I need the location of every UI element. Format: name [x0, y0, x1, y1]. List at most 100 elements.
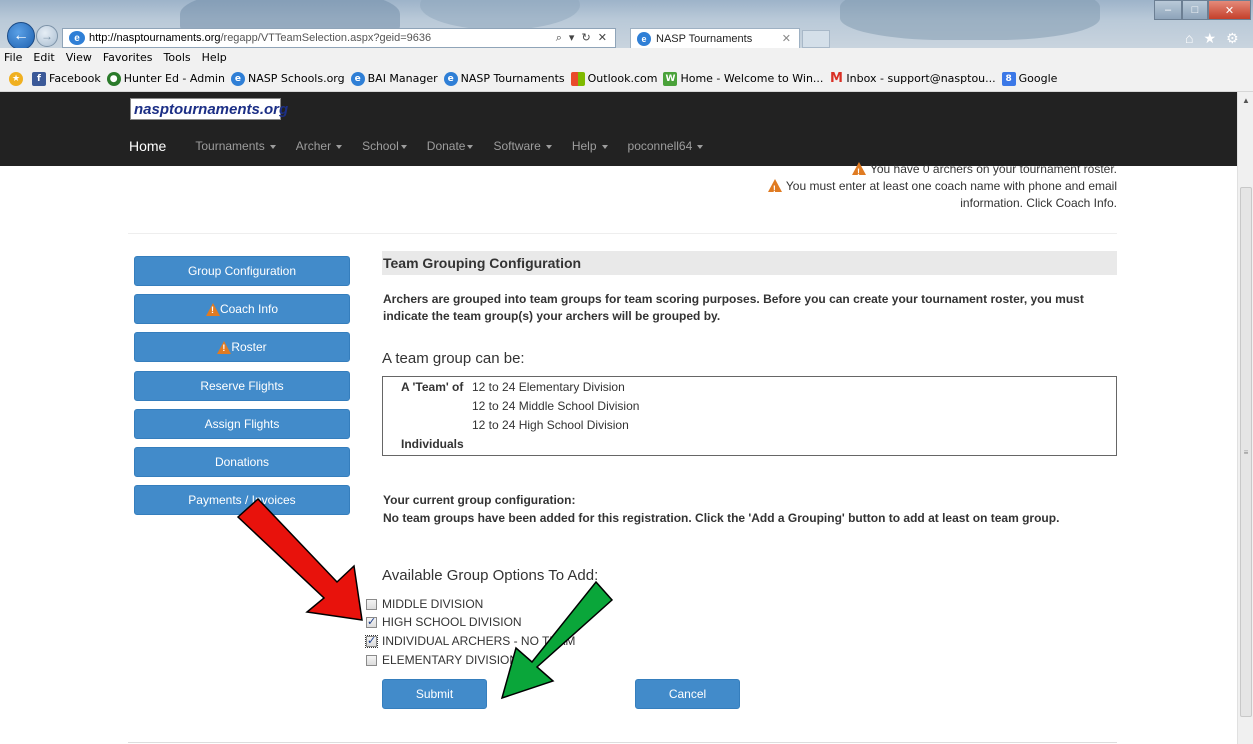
option-middle-division[interactable]: MIDDLE DIVISION — [366, 597, 483, 611]
submit-button[interactable]: Submit — [382, 679, 487, 709]
divider — [128, 742, 1117, 743]
fav-item[interactable]: ● Hunter Ed - Admin — [106, 71, 225, 86]
favorites-star[interactable]: ★ — [9, 71, 26, 86]
checkbox-checked[interactable] — [365, 634, 378, 648]
nav-label: Software — [493, 139, 541, 153]
fav-item[interactable]: e NASP Schools.org — [230, 71, 345, 86]
option-individual-archers[interactable]: INDIVIDUAL ARCHERS - NO TEAM — [365, 634, 575, 648]
warning-text: You have 0 archers on your tournament ro… — [869, 162, 1117, 176]
tab-close-icon[interactable]: ✕ — [782, 32, 791, 45]
coach-info-button[interactable]: Coach Info — [134, 294, 350, 324]
team-group-definitions: A 'Team' of 12 to 24 Elementary Division… — [382, 376, 1117, 456]
tab-nasp-tournaments[interactable]: e NASP Tournaments ✕ — [630, 28, 800, 48]
red-arrow-icon — [236, 497, 363, 621]
current-config-label: Your current group configuration: — [383, 493, 576, 507]
menu-edit[interactable]: Edit — [33, 51, 54, 64]
nav-label: Tournaments — [195, 139, 265, 153]
checkbox[interactable] — [366, 598, 377, 610]
team-prefix: A 'Team' of — [401, 380, 464, 394]
address-bar[interactable]: e http://nasptournaments.org/regapp/VTTe… — [62, 28, 616, 48]
ie-page-icon: e — [443, 71, 458, 86]
fav-item[interactable]: e NASP Tournaments — [443, 71, 565, 86]
fav-item[interactable]: 8 Google — [1001, 71, 1057, 86]
checkbox[interactable] — [366, 654, 377, 666]
site-brand-logo[interactable]: nasptournaments.org — [130, 98, 288, 120]
nav-donate[interactable]: Donate — [427, 139, 474, 153]
cancel-button[interactable]: Cancel — [635, 679, 740, 709]
fav-item[interactable]: e BAI Manager — [350, 71, 438, 86]
assign-flights-button[interactable]: Assign Flights — [134, 409, 350, 439]
reserve-flights-button[interactable]: Reserve Flights — [134, 371, 350, 401]
nav-home[interactable]: Home — [129, 138, 166, 154]
gmail-icon: M — [829, 71, 843, 86]
address-url[interactable]: http://nasptournaments.org/regapp/VTTeam… — [89, 32, 431, 44]
nav-label: Archer — [295, 139, 332, 153]
fav-label: Home - Welcome to Win... — [680, 72, 824, 85]
donations-button[interactable]: Donations — [134, 447, 350, 477]
option-label: ELEMENTARY DIVISION — [382, 653, 519, 667]
vertical-scrollbar[interactable]: ▲ ≡ — [1237, 92, 1253, 744]
intro-text: Archers are grouped into team groups for… — [383, 292, 1084, 323]
nav-tournaments[interactable]: Tournaments — [195, 139, 276, 153]
caret-down-icon — [467, 144, 474, 149]
ie-page-icon: e — [350, 71, 365, 86]
minimize-button[interactable]: ‒ — [1154, 0, 1182, 20]
warning-messages: You have 0 archers on your tournament ro… — [700, 162, 1117, 212]
fav-item[interactable]: Outlook.com — [570, 71, 657, 86]
nav-archer[interactable]: Archer — [295, 139, 343, 153]
checkbox-checked[interactable] — [366, 615, 377, 628]
button-label: Roster — [231, 340, 267, 354]
sharepoint-icon: W — [663, 71, 678, 86]
nav-school[interactable]: School — [362, 139, 407, 153]
caret-down-icon — [400, 144, 407, 149]
site-navbar: nasptournaments.org Home Tournaments Arc… — [0, 92, 1237, 166]
fav-label: BAI Manager — [367, 72, 438, 85]
option-high-school-division[interactable]: HIGH SCHOOL DIVISION — [366, 615, 522, 629]
team-option: 12 to 24 Elementary Division — [472, 380, 625, 394]
nav-help[interactable]: Help — [572, 139, 608, 153]
new-tab-button[interactable] — [802, 30, 830, 48]
back-button[interactable]: ← — [7, 22, 35, 48]
maximize-button[interactable]: □ — [1182, 0, 1208, 20]
warning-icon — [767, 179, 782, 198]
payments-invoices-button[interactable]: Payments / Invoices — [134, 485, 350, 515]
team-group-can-be-label: A team group can be: — [382, 350, 525, 367]
close-window-button[interactable]: ✕ — [1208, 0, 1251, 20]
menu-tools[interactable]: Tools — [164, 51, 191, 64]
menu-view[interactable]: View — [66, 51, 92, 64]
forward-button[interactable]: → — [36, 25, 58, 47]
address-tools-icons[interactable]: ⌕ ▾ ↻ ✕ — [556, 31, 615, 45]
nav-label: Donate — [426, 139, 466, 153]
individuals-label: Individuals — [401, 437, 464, 451]
ie-page-icon: e — [637, 31, 651, 46]
fav-item[interactable]: W Home - Welcome to Win... — [663, 71, 824, 86]
available-options-label: Available Group Options To Add: — [382, 567, 599, 584]
url-path: /regapp/VTTeamSelection.aspx?geid=9636 — [220, 32, 432, 44]
scroll-thumb[interactable]: ≡ — [1240, 187, 1252, 717]
group-configuration-button[interactable]: Group Configuration — [134, 256, 350, 286]
menu-help[interactable]: Help — [202, 51, 227, 64]
settings-gear-icon[interactable]: ⚙ — [1226, 30, 1239, 47]
fav-item[interactable]: M Inbox - support@nasptou... — [829, 71, 996, 86]
menu-bar: File Edit View Favorites Tools Help — [0, 48, 1253, 66]
option-elementary-division[interactable]: ELEMENTARY DIVISION — [366, 653, 518, 667]
scroll-up-icon[interactable]: ▲ — [1238, 92, 1253, 108]
button-label: Group Configuration — [187, 264, 297, 278]
roster-button[interactable]: Roster — [134, 332, 350, 362]
favorites-star-icon[interactable]: ★ — [1203, 30, 1216, 47]
home-icon[interactable]: ⌂ — [1185, 30, 1193, 47]
fav-item[interactable]: f Facebook — [32, 71, 101, 86]
menu-file[interactable]: File — [4, 51, 22, 64]
button-label: Reserve Flights — [200, 379, 284, 393]
facebook-icon: f — [32, 71, 46, 86]
caret-down-icon — [545, 144, 552, 149]
ie-page-icon: e — [69, 31, 85, 45]
nav-software[interactable]: Software — [493, 139, 552, 153]
caret-down-icon — [269, 144, 276, 149]
google-icon: 8 — [1001, 71, 1016, 86]
windows-icon — [570, 71, 585, 86]
titlebar-background — [840, 0, 1100, 40]
menu-favorites[interactable]: Favorites — [103, 51, 153, 64]
nav-user-menu[interactable]: poconnell64 — [628, 139, 704, 153]
current-config-value: No team groups have been added for this … — [383, 511, 1060, 525]
